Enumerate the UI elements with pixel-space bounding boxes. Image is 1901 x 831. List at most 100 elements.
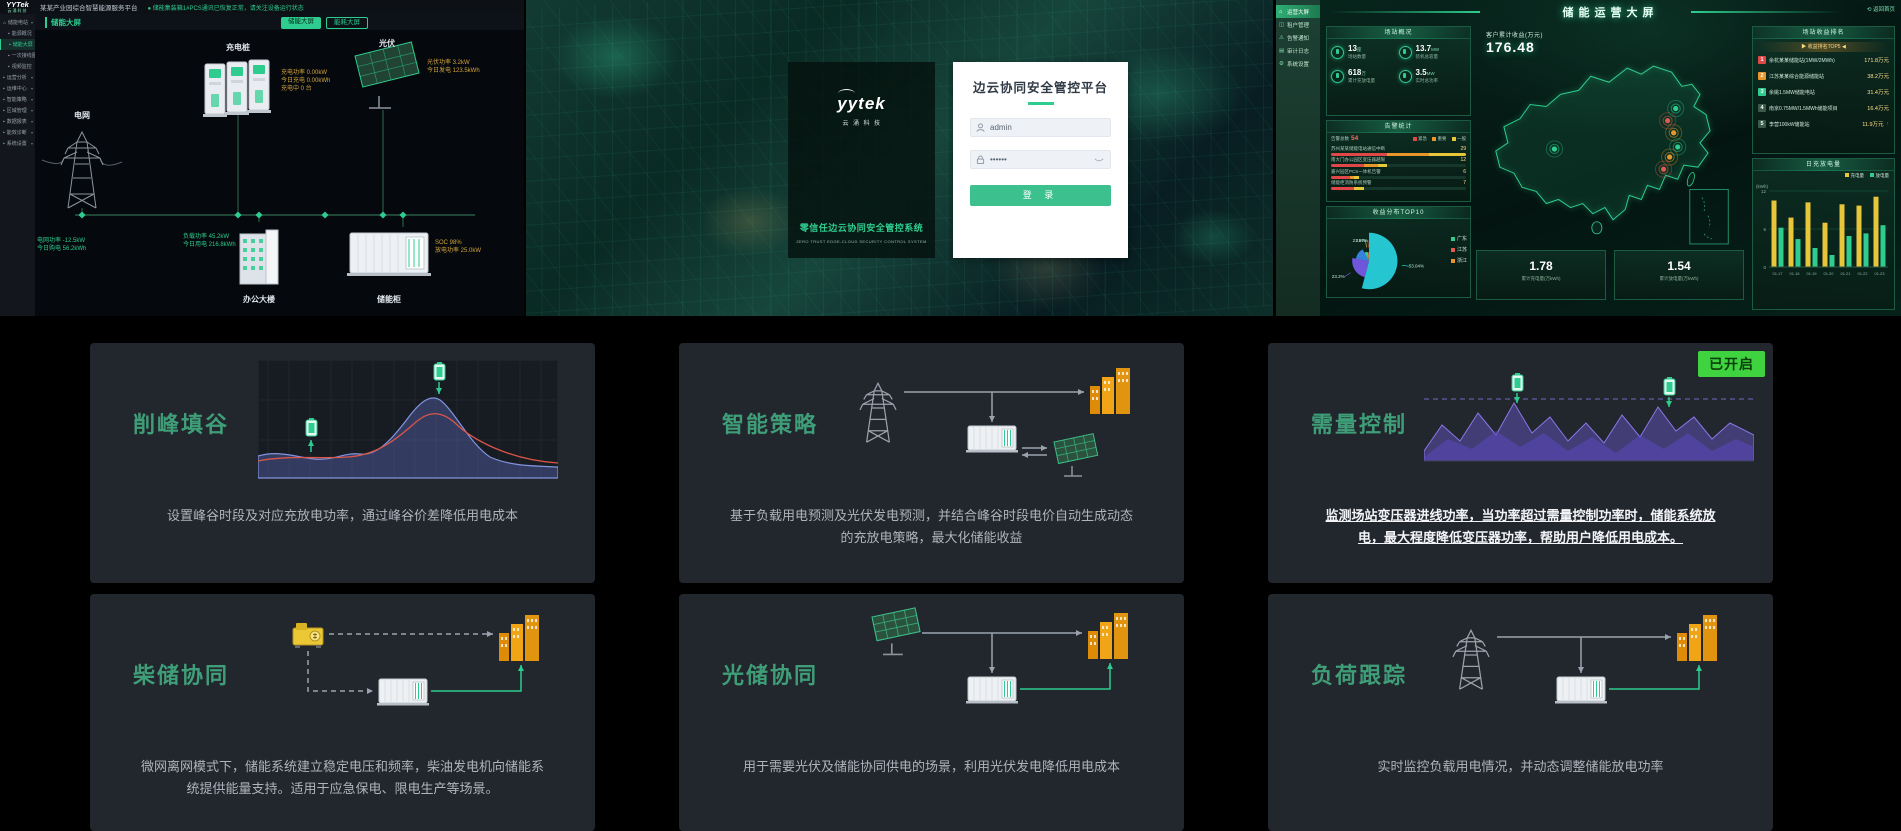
chevron-down-icon: ▾ [31,130,33,135]
legend-swatch [1432,137,1436,141]
svg-text:01.19: 01.19 [1806,271,1817,276]
menu-icon: ▪ [3,108,5,114]
svg-text:01.23: 01.23 [1874,271,1885,276]
alarm-bar-segment [1331,153,1387,156]
station-overview-panel: 场站概况 13座场站数量13.7MW装机总容量618万累计充放电量3.5MW实时… [1326,26,1471,116]
sidebar-item-数据报表[interactable]: ▪数据报表▾ [0,116,35,127]
password-field[interactable]: •••••• [970,150,1111,169]
sidebar-group[interactable]: ⌂储能电站▾ [0,17,35,28]
card-visual [246,607,569,742]
chevron-down-icon: ▾ [31,75,33,80]
screen-pill-能耗大屏[interactable]: 能耗大屏 [326,17,368,29]
pv-storage-diagram [842,607,1152,742]
eye-icon[interactable] [1094,156,1104,164]
rank-badge: 3 [1758,88,1766,96]
chevron-down-icon: ▾ [31,141,33,146]
sidebar-item-区域管理[interactable]: ▪区域管理▾ [0,105,35,116]
svg-text:光伏功率 3.2kW: 光伏功率 3.2kW [427,58,470,66]
sidebar-item-视频监控[interactable]: ▪视频监控 [0,61,35,72]
stat-value: 13座 [1348,44,1366,53]
diesel-diagram [253,607,563,742]
sidebar-item-label: 数据报表 [7,118,27,125]
alarm-bar-value: 6 [1463,169,1466,175]
ranking-row: 5李营100kW储能站11.9万元↑ [1753,116,1894,132]
svg-text:电网: 电网 [74,110,90,120]
user-icon [976,123,985,132]
sidebar-item-label: 运维中心 [7,85,27,92]
sidebar-item-label: 告警通知 [1287,34,1309,42]
energy-kpi-box: 1.78累计充电量(万kWh) [1476,250,1606,300]
card-description: 实时监控负载用电情况，并动态调整储能放电功率 [1268,756,1773,778]
alert-icon: ⚠ [1279,35,1285,41]
sidebar-item-label: 审计日志 [1287,47,1309,55]
feature-cards-row-2: 柴储协同 微网离网模式下，储能系统建立稳定电压和频率，柴油发电机向储能系统提供能… [0,594,1901,831]
sidebar-item-运营分析[interactable]: ▪运营分析▾ [0,72,35,83]
username-field[interactable]: admin [970,118,1111,137]
stat-ring-icon [1399,70,1412,83]
alarm-bar-segment [1354,187,1363,190]
legend-swatch [1451,237,1455,241]
inset-islands [1702,197,1712,238]
legend-label: 广东 [1457,235,1467,242]
sidebar-item-智能策略[interactable]: ▪智能策略▾ [0,94,35,105]
home-icon: ⌂ [1279,9,1285,15]
sidebar-item-label: 智能策略 [7,96,27,103]
sidebar-item-告警通知[interactable]: ⚠告警通知 [1276,31,1320,44]
sidebar-item-label: 系统设置 [1287,60,1309,68]
svg-text:01.22: 01.22 [1857,271,1868,276]
sidebar-item-一次接线图[interactable]: ▪一次接线图 [0,50,35,61]
sidebar-item-租户管理[interactable]: ◫租户管理 [1276,18,1320,31]
screen-pill-储能大屏[interactable]: 储能大屏 [281,17,321,29]
sidebar-item-系统设置[interactable]: ⚙系统设置 [1276,57,1320,70]
sidebar-item-运维中心[interactable]: ▪运维中心▾ [0,83,35,94]
stat-ring-icon [1399,46,1412,59]
alarm-bar-value: 29 [1460,146,1466,152]
alarm-bar-segment [1331,164,1364,167]
chevron-down-icon: ▾ [31,20,33,25]
feature-card-智能策略: 智能策略 基于负载用电预测及光伏发电预测，并结合峰谷时段电价自动生成动态的充放电… [679,343,1184,583]
back-home-link[interactable]: ⟲ 返回首页 [1867,5,1895,13]
sidebar-item-能源概况[interactable]: ▪能源概况 [0,28,35,39]
trend-up-icon: ↑ [1887,121,1890,127]
svg-text:充电功率 0.00kW: 充电功率 0.00kW [281,68,327,76]
alarm-bar-value: 12 [1460,157,1466,163]
brand-slogan: 零信任边云协同安全管控系统 ZERO TRUST EDGE-CLOUD SECU… [782,221,942,244]
svg-text:1.67%: 1.67% [1355,238,1368,243]
station-revenue: 171.8万元 [1864,56,1889,64]
svg-text:01.17: 01.17 [1772,271,1783,276]
alarm-bar-segment [1387,153,1429,156]
svg-text:SOC 98%: SOC 98% [435,240,462,246]
card-description: 微网离网模式下，储能系统建立稳定电压和频率，柴油发电机向储能系统提供能量支持。适… [90,756,595,800]
svg-text:办公大楼: 办公大楼 [243,294,275,304]
login-button[interactable]: 登 录 [970,185,1111,206]
login-title: 边云协同安全管控平台 [953,77,1128,96]
ranking-banner: ▶ 收益排名TOP5 ◀ [1759,42,1888,52]
station-name: 余姚1.5MW储能电站 [1769,89,1864,96]
login-card: 边云协同安全管控平台 admin •••••• 登 录 [953,62,1128,258]
alarm-bar-segment [1429,153,1466,156]
energy-kpi-boxes: 1.78累计充电量(万kWh)1.54累计放电量(万kWh) [1476,250,1744,300]
feature-card-削峰填谷: 削峰填谷 设置峰谷时段及对应充放电功率，通过峰谷价差降低用电成本 [90,343,595,583]
stat-unit: MW [1431,47,1439,52]
slogan-cn: 零信任边云协同安全管控系统 [782,221,942,234]
daily-bar-chart: (kWh)061201.1701.1801.1901.2001.2101.220… [1753,179,1894,297]
feature-card-柴储协同: 柴储协同 微网离网模式下，储能系统建立稳定电压和频率，柴油发电机向储能系统提供能… [90,594,595,831]
bigscreen-screenshot: ⌂运营大屏◫租户管理⚠告警通知▤审计日志⚙系统设置 储能运营大屏 ⟲ 返回首页 … [1276,0,1901,316]
sidebar-item-能效诊断[interactable]: ▪能效诊断▾ [0,127,35,138]
dashboard-sidebar: ⌂储能电站▾▪能源概况▪储能大屏▪一次接线图▪视频监控▪运营分析▾▪运维中心▾▪… [0,14,35,316]
legend-label: 浙江 [1457,257,1467,264]
menu-dot-icon: ▪ [8,64,10,70]
feature-card-负荷跟踪: 负荷跟踪 实时监控负载用电情况，并动态调整储能放电功率 [1268,594,1773,831]
password-value: •••••• [990,155,1007,164]
card-visual [246,360,569,486]
sidebar-item-储能大屏[interactable]: ▪储能大屏 [0,39,35,50]
legend-label: 一般 [1457,136,1466,142]
sidebar-item-系统设置[interactable]: ▪系统设置▾ [0,138,35,149]
sidebar-item-运营大屏[interactable]: ⌂运营大屏 [1276,5,1320,18]
card-title: 削峰填谷 [116,407,246,439]
screen-toggle-pills: 储能大屏能耗大屏 [281,17,368,29]
peak-shaving-chart [258,360,558,486]
sidebar-item-审计日志[interactable]: ▤审计日志 [1276,44,1320,57]
menu-dot-icon: ▪ [8,31,10,37]
overview-stat: 618万累计充放电量 [1331,68,1399,84]
